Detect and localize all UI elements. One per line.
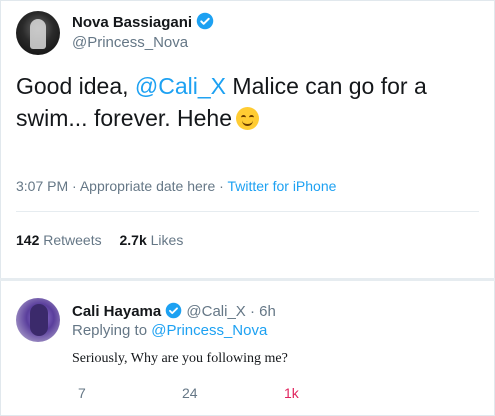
- reply-text: Seriously, Why are you following me?: [72, 351, 288, 366]
- author-handle[interactable]: @Princess_Nova: [72, 34, 188, 51]
- tweet-text: Good idea, @Cali_X Malice can go for a s…: [16, 70, 481, 134]
- retweets-stat[interactable]: 142 Retweets: [16, 232, 102, 248]
- likes-label: Likes: [150, 232, 184, 248]
- avatar-figure: [30, 19, 46, 49]
- tweet-stats: 142 Retweets 2.7k Likes: [16, 232, 197, 248]
- author-name-text: Nova Bassiagani: [72, 14, 193, 31]
- reply-age[interactable]: 6h: [259, 303, 276, 320]
- like-count-button[interactable]: 1k: [284, 385, 299, 401]
- meta-separator: ·: [249, 303, 255, 320]
- verified-badge-icon: [196, 12, 214, 30]
- tweet-date[interactable]: Appropriate date here: [80, 178, 215, 194]
- author-avatar[interactable]: [16, 11, 60, 55]
- retweets-count: 142: [16, 232, 40, 248]
- tweet-text-start: Good idea,: [16, 73, 135, 99]
- reply-author-handle[interactable]: @Cali_X: [186, 303, 245, 320]
- reply-author-avatar[interactable]: [16, 298, 60, 342]
- meta-separator: ·: [72, 178, 77, 194]
- replying-to-link[interactable]: @Princess_Nova: [151, 322, 267, 339]
- reply-count-button[interactable]: 7: [78, 385, 86, 401]
- avatar-figure: [30, 304, 48, 336]
- tweet-time[interactable]: 3:07 PM: [16, 178, 68, 194]
- likes-count: 2.7k: [119, 232, 147, 248]
- tweet-source-link[interactable]: Twitter for iPhone: [227, 178, 336, 194]
- section-separator: [0, 278, 495, 281]
- retweet-count-button[interactable]: 24: [182, 385, 198, 401]
- retweets-label: Retweets: [43, 232, 102, 248]
- divider: [16, 211, 479, 212]
- author-name[interactable]: Nova Bassiagani: [72, 12, 214, 31]
- tweet-mention-link[interactable]: @Cali_X: [135, 73, 226, 99]
- replying-label: Replying to: [72, 322, 148, 339]
- reply-header: Cali Hayama @Cali_X · 6h: [72, 302, 276, 320]
- replying-to: Replying to @Princess_Nova: [72, 322, 267, 339]
- verified-badge-icon: [165, 302, 182, 319]
- reply-author-name[interactable]: Cali Hayama: [72, 303, 161, 320]
- smiling-face-icon: [236, 107, 260, 130]
- likes-stat[interactable]: 2.7k Likes: [120, 232, 184, 248]
- tweet-meta: 3:07 PM · Appropriate date here · Twitte…: [16, 178, 336, 194]
- meta-separator: ·: [219, 178, 224, 194]
